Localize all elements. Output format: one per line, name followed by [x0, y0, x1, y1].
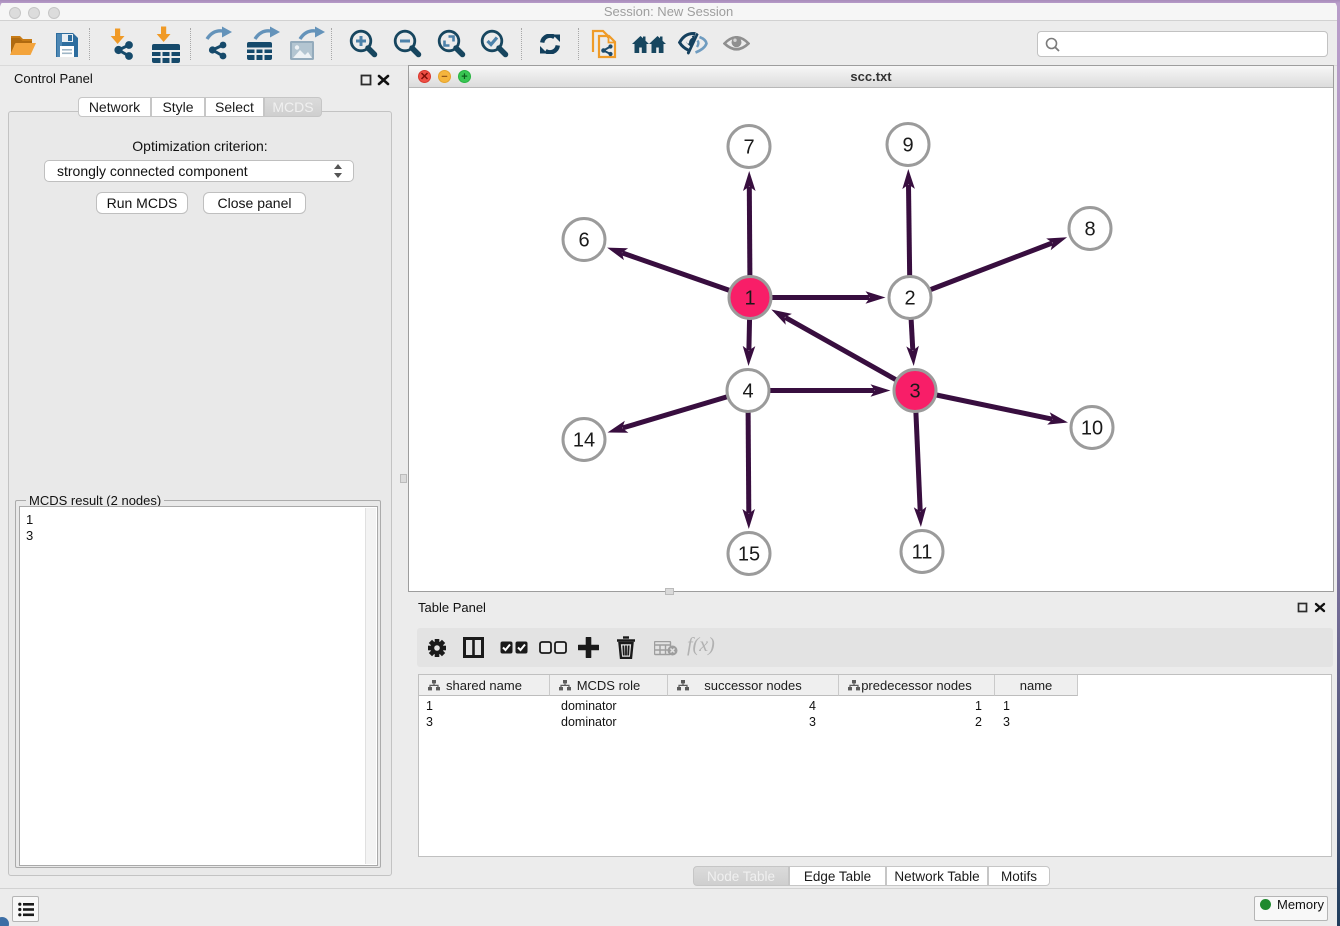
svg-text:9: 9	[902, 135, 913, 157]
svg-text:1: 1	[744, 288, 755, 310]
svg-text:15: 15	[738, 544, 760, 566]
svg-text:7: 7	[743, 137, 754, 159]
svg-text:6: 6	[578, 230, 589, 252]
svg-text:10: 10	[1081, 418, 1103, 440]
svg-text:3: 3	[909, 381, 920, 403]
svg-text:2: 2	[904, 288, 915, 310]
svg-text:4: 4	[742, 381, 753, 403]
svg-text:8: 8	[1084, 219, 1095, 241]
svg-text:14: 14	[573, 430, 595, 452]
svg-text:11: 11	[912, 542, 933, 564]
